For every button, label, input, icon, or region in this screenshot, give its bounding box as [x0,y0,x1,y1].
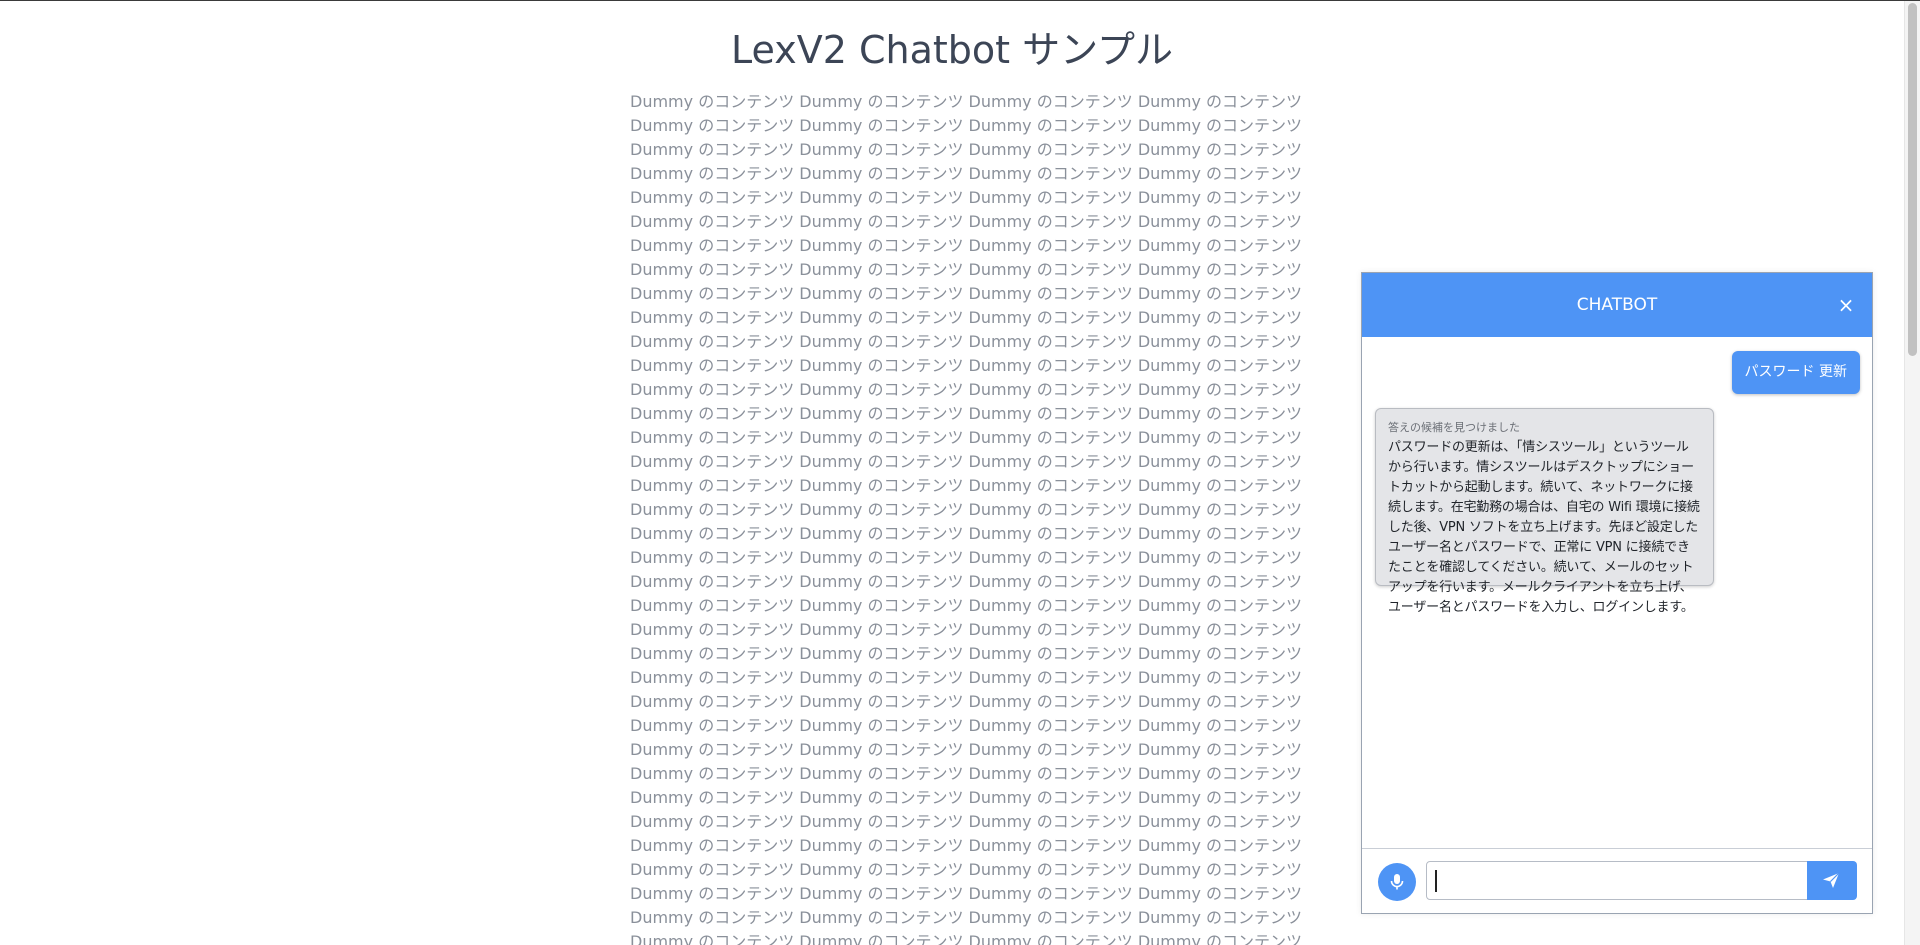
dummy-line: Dummy のコンテンツ Dummy のコンテンツ Dummy のコンテンツ D… [630,236,1303,255]
dummy-line: Dummy のコンテンツ Dummy のコンテンツ Dummy のコンテンツ D… [630,428,1303,447]
dummy-line: Dummy のコンテンツ Dummy のコンテンツ Dummy のコンテンツ D… [630,884,1303,903]
dummy-line: Dummy のコンテンツ Dummy のコンテンツ Dummy のコンテンツ D… [630,692,1303,711]
user-message: パスワード 更新 [1731,351,1860,394]
dummy-line: Dummy のコンテンツ Dummy のコンテンツ Dummy のコンテンツ D… [630,788,1303,807]
bot-message: 答えの候補を見つけました パスワードの更新は、「情シスツール」というツールから行… [1375,408,1714,615]
dummy-line: Dummy のコンテンツ Dummy のコンテンツ Dummy のコンテンツ D… [630,836,1303,855]
dummy-line: Dummy のコンテンツ Dummy のコンテンツ Dummy のコンテンツ D… [630,524,1303,543]
dummy-line: Dummy のコンテンツ Dummy のコンテンツ Dummy のコンテンツ D… [630,356,1303,375]
dummy-line: Dummy のコンテンツ Dummy のコンテンツ Dummy のコンテンツ D… [630,908,1303,927]
chatbot-window: CHATBOT × パスワード 更新 答えの候補を見つけました パスワードの更新… [1361,272,1873,914]
page: LexV2 Chatbot サンプル Dummy のコンテンツ Dummy のコ… [0,0,1920,945]
dummy-line: Dummy のコンテンツ Dummy のコンテンツ Dummy のコンテンツ D… [630,308,1303,327]
dummy-line: Dummy のコンテンツ Dummy のコンテンツ Dummy のコンテンツ D… [630,404,1303,423]
dummy-line: Dummy のコンテンツ Dummy のコンテンツ Dummy のコンテンツ D… [630,284,1303,303]
dummy-line: Dummy のコンテンツ Dummy のコンテンツ Dummy のコンテンツ D… [630,212,1303,231]
dummy-line: Dummy のコンテンツ Dummy のコンテンツ Dummy のコンテンツ D… [630,620,1303,639]
page-scrollbar[interactable] [1904,1,1920,945]
dummy-line: Dummy のコンテンツ Dummy のコンテンツ Dummy のコンテンツ D… [630,164,1303,183]
microphone-button[interactable] [1378,863,1416,901]
dummy-line: Dummy のコンテンツ Dummy のコンテンツ Dummy のコンテンツ D… [630,572,1303,591]
send-button[interactable] [1807,861,1857,900]
dummy-line: Dummy のコンテンツ Dummy のコンテンツ Dummy のコンテンツ D… [630,500,1303,519]
text-caret [1435,870,1437,892]
message-input[interactable] [1426,861,1808,900]
microphone-icon [1390,874,1404,890]
dummy-line: Dummy のコンテンツ Dummy のコンテンツ Dummy のコンテンツ D… [630,812,1303,831]
dummy-line: Dummy のコンテンツ Dummy のコンテンツ Dummy のコンテンツ D… [630,332,1303,351]
dummy-line: Dummy のコンテンツ Dummy のコンテンツ Dummy のコンテンツ D… [630,116,1303,135]
dummy-line: Dummy のコンテンツ Dummy のコンテンツ Dummy のコンテンツ D… [630,860,1303,879]
dummy-line: Dummy のコンテンツ Dummy のコンテンツ Dummy のコンテンツ D… [630,92,1303,111]
chat-input-bar [1362,848,1872,913]
dummy-line: Dummy のコンテンツ Dummy のコンテンツ Dummy のコンテンツ D… [630,668,1303,687]
dummy-line: Dummy のコンテンツ Dummy のコンテンツ Dummy のコンテンツ D… [630,932,1303,945]
dummy-line: Dummy のコンテンツ Dummy のコンテンツ Dummy のコンテンツ D… [630,596,1303,615]
dummy-line: Dummy のコンテンツ Dummy のコンテンツ Dummy のコンテンツ D… [630,140,1303,159]
dummy-line: Dummy のコンテンツ Dummy のコンテンツ Dummy のコンテンツ D… [630,740,1303,759]
dummy-content: Dummy のコンテンツ Dummy のコンテンツ Dummy のコンテンツ D… [630,90,1303,945]
dummy-line: Dummy のコンテンツ Dummy のコンテンツ Dummy のコンテンツ D… [630,548,1303,567]
close-icon[interactable]: × [1834,293,1858,317]
dummy-line: Dummy のコンテンツ Dummy のコンテンツ Dummy のコンテンツ D… [630,260,1303,279]
send-icon [1823,872,1840,888]
dummy-line: Dummy のコンテンツ Dummy のコンテンツ Dummy のコンテンツ D… [630,764,1303,783]
dummy-line: Dummy のコンテンツ Dummy のコンテンツ Dummy のコンテンツ D… [630,476,1303,495]
page-title: LexV2 Chatbot サンプル [731,28,1173,72]
dummy-line: Dummy のコンテンツ Dummy のコンテンツ Dummy のコンテンツ D… [630,380,1303,399]
bot-message-text: パスワードの更新は、「情シスツール」というツールから行います。情シスツールはデス… [1388,440,1700,615]
scrollbar-thumb[interactable] [1908,3,1917,356]
dummy-line: Dummy のコンテンツ Dummy のコンテンツ Dummy のコンテンツ D… [630,644,1303,663]
chatbot-header: CHATBOT × [1362,273,1872,337]
dummy-line: Dummy のコンテンツ Dummy のコンテンツ Dummy のコンテンツ D… [630,188,1303,207]
chatbot-title: CHATBOT [1576,295,1658,315]
bot-message-caption: 答えの候補を見つけました [1388,421,1520,434]
dummy-line: Dummy のコンテンツ Dummy のコンテンツ Dummy のコンテンツ D… [630,452,1303,471]
dummy-line: Dummy のコンテンツ Dummy のコンテンツ Dummy のコンテンツ D… [630,716,1303,735]
